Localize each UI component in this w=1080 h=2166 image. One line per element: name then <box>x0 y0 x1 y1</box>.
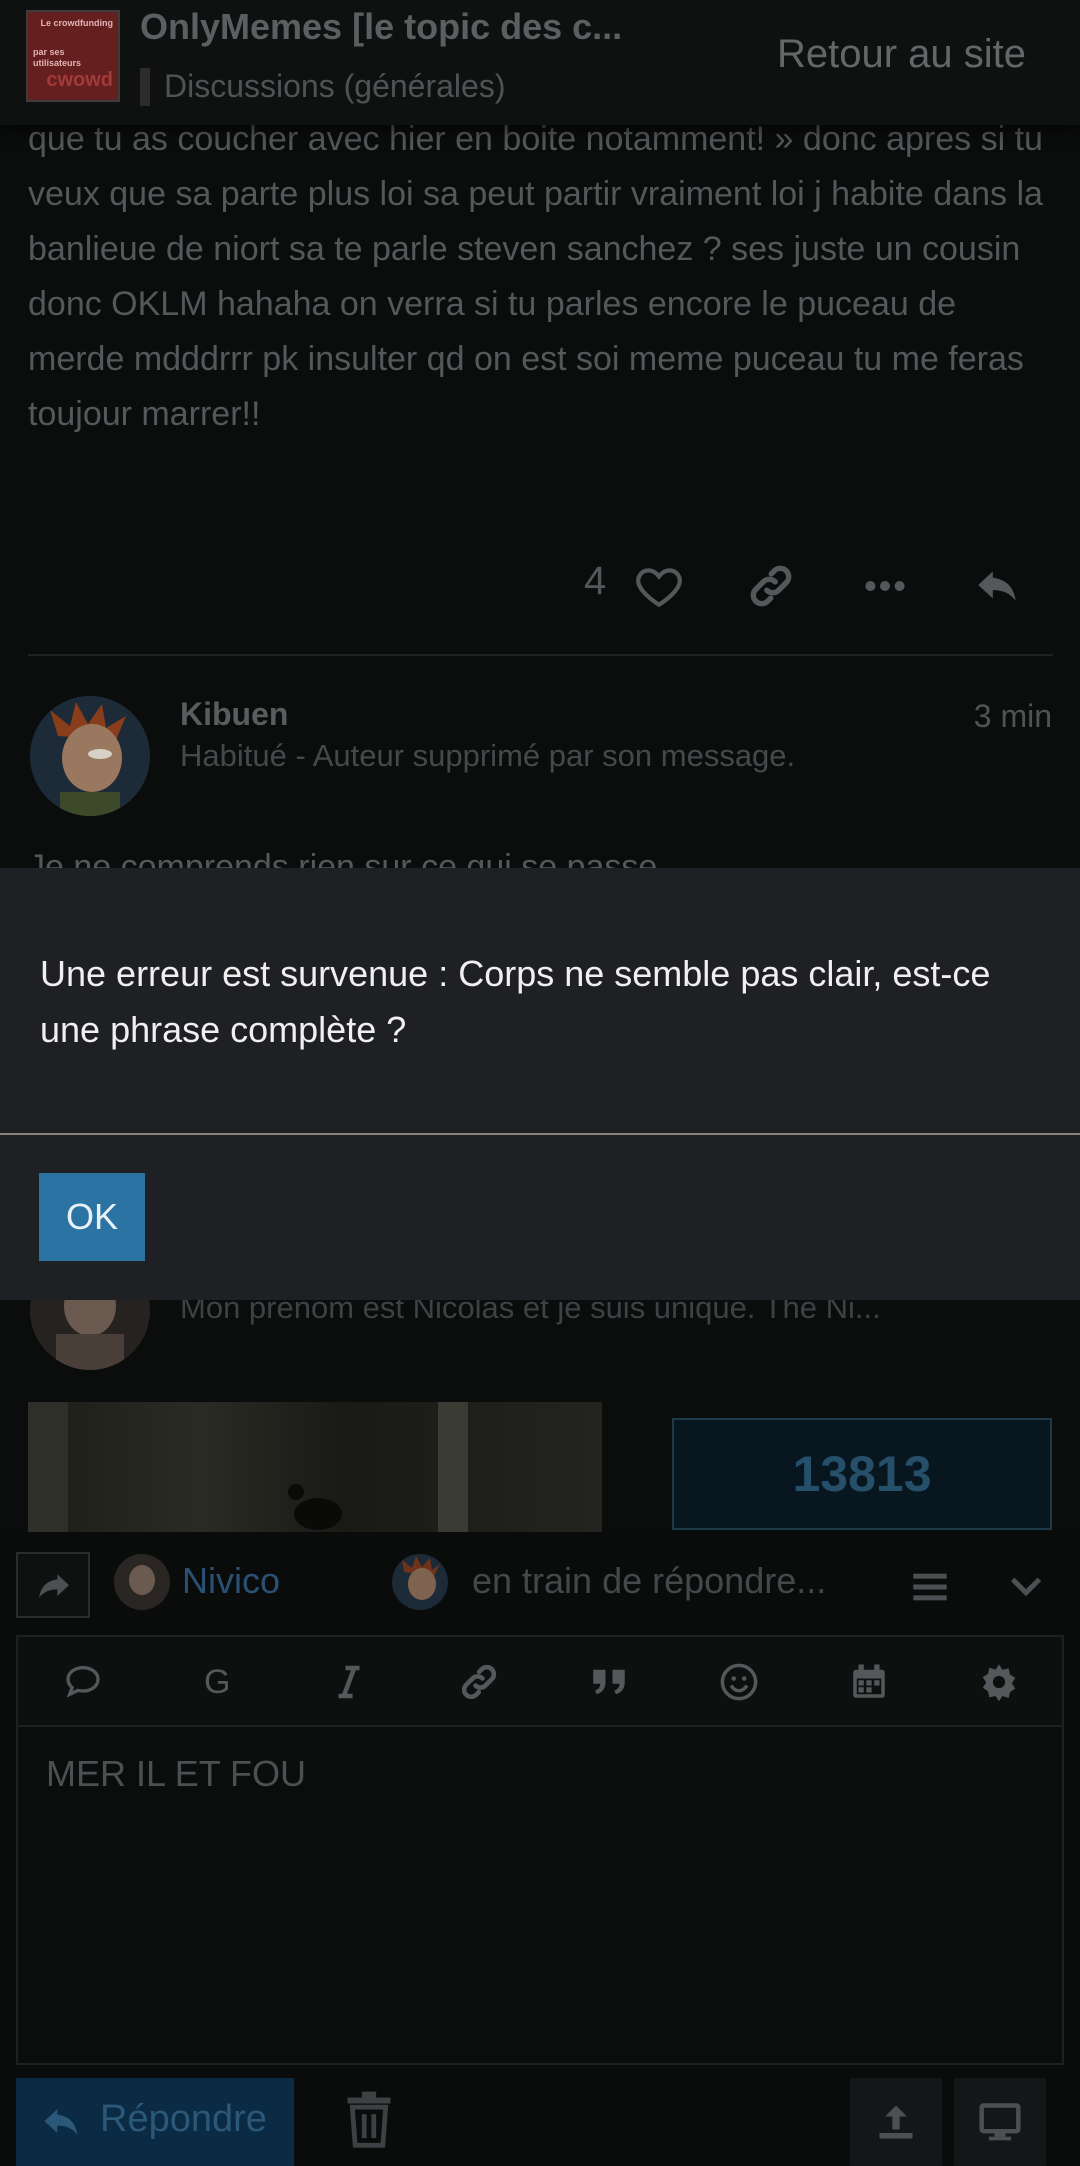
chevron-down-icon[interactable] <box>1006 1568 1046 1604</box>
upload-button[interactable] <box>850 2078 942 2166</box>
menu-icon[interactable] <box>910 1570 950 1604</box>
reply-action-toggle[interactable] <box>16 1552 90 1618</box>
category-color-bar <box>140 68 150 106</box>
reply-icon <box>44 2109 78 2135</box>
post-actions: 4 <box>0 555 1080 617</box>
heart-icon[interactable] <box>634 561 684 611</box>
site-logo[interactable]: Le crowdfunding par ses utilisateurs cwo… <box>26 10 120 102</box>
avatar-image <box>30 696 150 816</box>
post-author[interactable]: Kibuen <box>180 696 288 733</box>
quote-icon[interactable] <box>588 1661 630 1703</box>
desktop-icon <box>979 2103 1021 2141</box>
logo-text-mid: par ses utilisateurs <box>33 47 82 68</box>
back-to-site-link[interactable]: Retour au site <box>777 32 1026 77</box>
logo-text-brand: cwowd <box>46 69 113 91</box>
editor-content[interactable]: MER IL ET FOU <box>46 1753 306 1795</box>
author-title: Habitué - Auteur supprimé par son messag… <box>180 738 796 773</box>
post-divider <box>28 654 1053 656</box>
dialog-separator <box>0 1133 1080 1135</box>
bold-button[interactable]: G <box>204 1663 230 1702</box>
submit-reply-label: Répondre <box>100 2098 267 2140</box>
link-icon[interactable] <box>746 561 796 611</box>
topic-title[interactable]: OnlyMemes [le topic des c... <box>140 6 660 48</box>
reply-icon[interactable] <box>972 561 1022 611</box>
link-icon[interactable] <box>458 1661 500 1703</box>
post-timestamp[interactable]: 3 min <box>974 698 1052 735</box>
upload-icon <box>879 2105 913 2139</box>
like-count[interactable]: 4 <box>584 559 606 604</box>
category-link[interactable]: Discussions (générales) <box>164 68 505 105</box>
post-image[interactable] <box>28 1402 602 1532</box>
share-arrow-icon <box>39 1574 69 1598</box>
gif-image <box>28 1402 468 1532</box>
avatar-image <box>392 1554 448 1610</box>
counter-badge: 13813 <box>672 1418 1052 1530</box>
reply-to-avatar <box>114 1554 170 1610</box>
reply-composer: Nivico en train de répondre... G MER IL … <box>0 1532 1080 2166</box>
more-icon[interactable] <box>860 561 910 611</box>
typing-indicator: en train de répondre... <box>472 1560 827 1601</box>
reply-editor[interactable]: MER IL ET FOU <box>16 1725 1064 2065</box>
submit-reply-button[interactable]: Répondre <box>16 2078 294 2166</box>
trash-icon[interactable] <box>340 2088 398 2150</box>
calendar-icon[interactable] <box>848 1661 890 1703</box>
emoji-icon[interactable] <box>718 1661 760 1703</box>
avatar[interactable] <box>30 696 150 816</box>
top-header: Le crowdfunding par ses utilisateurs cwo… <box>0 0 1080 125</box>
logo-text-top: Le crowdfunding <box>40 18 114 28</box>
typing-user-avatar <box>392 1554 448 1610</box>
chat-bubble-icon[interactable] <box>62 1661 104 1701</box>
toggle-preview-button[interactable] <box>954 2078 1046 2166</box>
avatar-image <box>114 1554 170 1610</box>
reply-to-user[interactable]: Nivico <box>182 1560 280 1602</box>
post-body-text: que tu as coucher avec hier en boite not… <box>28 120 1043 433</box>
ok-button[interactable]: OK <box>39 1173 145 1261</box>
gear-icon[interactable] <box>978 1661 1020 1703</box>
editor-toolbar: G <box>16 1635 1064 1727</box>
error-message: Une erreur est survenue : Corps ne sembl… <box>40 953 991 1050</box>
error-dialog: Une erreur est survenue : Corps ne sembl… <box>0 868 1080 1300</box>
italic-icon[interactable] <box>328 1661 370 1703</box>
